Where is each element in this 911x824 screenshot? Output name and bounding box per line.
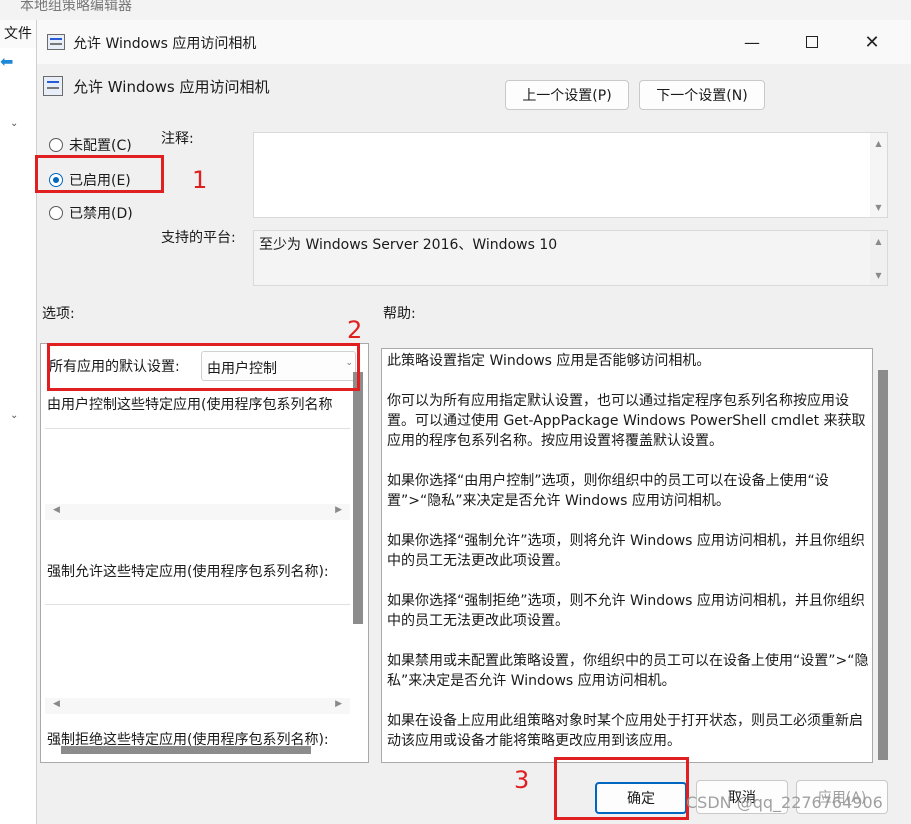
annotation-box-ok [554,757,689,820]
scroll-up-icon[interactable]: ▲ [870,233,887,249]
horizontal-scrollbar[interactable]: ◀ ▶ [45,698,350,714]
dialog-titlebar: 允许 Windows 应用访问相机 — ✕ [37,20,911,64]
close-button[interactable]: ✕ [842,20,902,64]
background-tree-pane: ⬅ ⌄ ⌄ [0,48,36,824]
force-allow-list[interactable]: ◀ ▶ [45,604,350,714]
dialog-title: 允许 Windows 应用访问相机 [73,36,257,52]
help-paragraph: 如果禁用或未配置此策略设置，你组织中的员工可以在设备上使用“设置”>“隐私”来决… [387,653,869,689]
options-label: 选项: [42,306,75,322]
scroll-right-icon[interactable]: ▶ [335,699,342,709]
previous-setting-button[interactable]: 上一个设置(P) [505,80,629,110]
radio-not-configured[interactable]: 未配置(C) [49,135,132,155]
policy-settings-icon [47,34,65,50]
options-panel: 所有应用的默认设置: 由用户控制 ⌄ 由用户控制这些特定应用(使用程序包系列名称… [40,343,369,763]
help-paragraph: 如果你选择“由用户控制”选项，则你组织中的员工可以在设备上使用“设置”>“隐私”… [387,473,829,509]
maximize-button[interactable] [782,20,842,64]
back-arrow-icon[interactable]: ⬅ [0,54,20,70]
options-horizontal-scrollbar[interactable] [61,746,311,754]
policy-heading-icon [43,76,63,96]
platform-box: 至少为 Windows Server 2016、Windows 10 ▲ ▼ [253,230,888,286]
help-label: 帮助: [383,306,416,322]
options-vertical-scrollbar[interactable] [353,372,363,624]
background-window-title: 本地组策略编辑器 [20,0,132,14]
scroll-right-icon[interactable]: ▶ [335,505,342,515]
annotation-box-enabled [35,155,164,193]
next-setting-button[interactable]: 下一个设置(N) [639,80,765,110]
help-paragraph: 如果你选择“强制允许”选项，则将允许 Windows 应用访问相机，并且你组织中… [387,533,865,569]
help-panel: 此策略设置指定 Windows 应用是否能够访问相机。 你可以为所有应用指定默认… [381,348,873,763]
minimize-button[interactable]: — [722,20,782,64]
help-paragraph: 你可以为所有应用指定默认设置，也可以通过指定程序包系列名称按应用设置。可以通过使… [387,393,866,449]
scroll-down-icon[interactable]: ▼ [870,267,887,283]
annotation-box-default-setting [47,343,360,391]
menu-file[interactable]: 文件 [4,23,32,43]
policy-heading: 允许 Windows 应用访问相机 [73,78,270,96]
radio-circle[interactable] [49,138,63,152]
scroll-up-icon[interactable]: ▲ [870,135,887,151]
maximize-icon [806,36,818,48]
comment-label: 注释: [161,131,194,147]
annotation-number-3: 3 [514,766,530,794]
tree-expand-icon[interactable]: ⌄ [10,410,18,421]
watermark: CSDN @qq_2276764906 [686,793,883,812]
background-window-titlebar: 本地组策略编辑器 [0,0,911,20]
scroll-left-icon[interactable]: ◀ [53,505,60,515]
horizontal-scrollbar[interactable]: ◀ ▶ [45,504,350,520]
help-paragraph: 如果你选择“强制拒绝”选项，则不允许 Windows 应用访问相机，并且你组织中… [387,593,865,629]
platform-label: 支持的平台: [161,230,236,246]
annotation-number-1: 1 [192,166,208,194]
minimize-icon: — [744,32,760,52]
user-control-list-label: 由用户控制这些特定应用(使用程序包系列名称 [47,397,333,413]
comment-scrollbar[interactable]: ▲ ▼ [870,133,887,217]
tree-expand-icon[interactable]: ⌄ [10,118,18,129]
background-menu-bar: 文件 [0,20,36,48]
platform-scrollbar[interactable]: ▲ ▼ [870,231,887,285]
policy-dialog: 允许 Windows 应用访问相机 — ✕ 允许 Windows 应用访问相机 … [36,20,911,824]
comment-textbox[interactable]: ▲ ▼ [253,132,888,218]
radio-disabled[interactable]: 已禁用(D) [49,203,133,223]
force-allow-list-label: 强制允许这些特定应用(使用程序包系列名称): [47,564,329,580]
radio-circle[interactable] [49,206,63,220]
user-control-list[interactable]: ◀ ▶ [45,428,350,520]
help-text: 此策略设置指定 Windows 应用是否能够访问相机。 你可以为所有应用指定默认… [387,351,872,762]
annotation-number-2: 2 [347,316,363,344]
platform-value: 至少为 Windows Server 2016、Windows 10 [259,237,558,253]
radio-not-configured-label: 未配置(C) [69,138,132,154]
help-paragraph: 此策略设置指定 Windows 应用是否能够访问相机。 [387,353,711,369]
close-icon: ✕ [864,31,880,53]
scroll-down-icon[interactable]: ▼ [870,199,887,215]
scroll-left-icon[interactable]: ◀ [53,699,60,709]
help-paragraph: 如果在设备上应用此组策略对象时某个应用处于打开状态，则员工必须重新启动该应用或设… [387,713,863,749]
help-vertical-scrollbar[interactable] [878,370,888,760]
radio-disabled-label: 已禁用(D) [69,206,133,222]
